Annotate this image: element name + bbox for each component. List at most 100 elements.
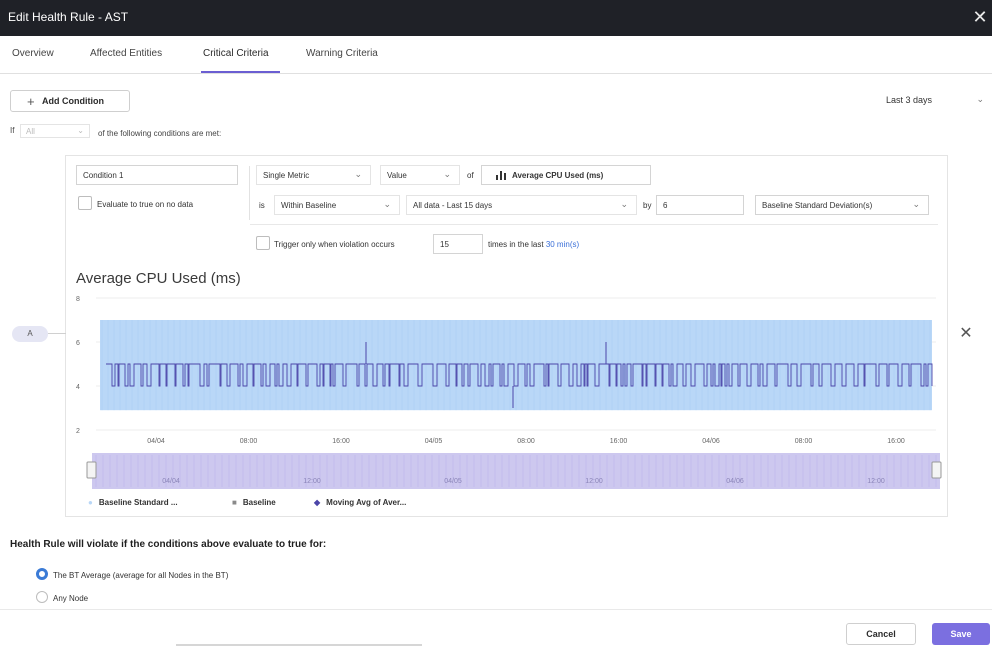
times-window-link[interactable]: 30 min(s): [546, 240, 579, 249]
by-value: 6: [663, 201, 668, 210]
card-divider-horizontal: [250, 224, 938, 225]
is-label: is: [259, 201, 265, 210]
time-range-value: Last 3 days: [886, 95, 933, 105]
y-tick-label: 2: [76, 428, 80, 435]
tab-critical-criteria[interactable]: Critical Criteria: [203, 48, 269, 59]
chevron-down-icon: ⌄: [443, 169, 451, 179]
condition-tag-connector: [48, 333, 66, 334]
tab-overview[interactable]: Overview: [12, 48, 54, 59]
navigator-tick-label: 12:00: [303, 478, 321, 485]
any-node-radio[interactable]: [36, 591, 48, 603]
tab-affected-entities[interactable]: Affected Entities: [90, 48, 162, 59]
operator-select[interactable]: Within Baseline ⌄: [274, 195, 400, 215]
navigator-tick-label: 12:00: [867, 478, 885, 485]
of-label: of: [467, 171, 474, 180]
y-tick-label: 4: [76, 384, 80, 391]
bt-average-label: The BT Average (average for all Nodes in…: [53, 571, 229, 580]
add-condition-button[interactable]: + Add Condition: [10, 90, 130, 112]
bar-chart-icon: [496, 171, 506, 180]
baseline-select[interactable]: All data - Last 15 days ⌄: [406, 195, 637, 215]
trigger-count-value: 15: [440, 240, 449, 249]
by-value-input[interactable]: 6: [656, 195, 744, 215]
tab-warning-criteria[interactable]: Warning Criteria: [306, 48, 378, 59]
x-tick-label: 16:00: [887, 438, 905, 445]
conditions-met-text: of the following conditions are met:: [98, 129, 222, 138]
chevron-down-icon: ⌄: [77, 126, 84, 135]
x-tick-label: 04/04: [147, 438, 165, 445]
value-type-value: Value: [387, 171, 407, 180]
trigger-violation-checkbox[interactable]: [256, 236, 270, 250]
trigger-label: Trigger only when violation occurs: [274, 240, 395, 249]
metric-type-select[interactable]: Single Metric ⌄: [256, 165, 371, 185]
if-label: If: [10, 126, 15, 135]
navigator-tick-label: 12:00: [585, 478, 603, 485]
legend-item-baseline[interactable]: ■ Baseline: [232, 498, 276, 507]
title-bar: Edit Health Rule - AST ✕: [0, 0, 992, 36]
deviation-unit-value: Baseline Standard Deviation(s): [762, 201, 873, 210]
violation-title: Health Rule will violate if the conditio…: [10, 539, 327, 550]
legend-label: Baseline: [242, 498, 276, 507]
navigator-handle-right: [931, 461, 942, 479]
metric-browse-button[interactable]: Average CPU Used (ms): [481, 165, 651, 185]
x-tick-label: 08:00: [240, 438, 258, 445]
match-value: All: [26, 127, 35, 136]
x-tick-label: 16:00: [332, 438, 350, 445]
metric-type-value: Single Metric: [263, 171, 310, 180]
y-tick-label: 8: [76, 296, 80, 303]
value-type-select[interactable]: Value ⌄: [380, 165, 460, 185]
time-range-select[interactable]: Last 3 days ⌄: [880, 92, 990, 110]
operator-value: Within Baseline: [281, 201, 337, 210]
condition-name-value: Condition 1: [83, 171, 124, 180]
navigator-handle-left: [86, 461, 97, 479]
evaluate-no-data-label: Evaluate to true on no data: [97, 200, 194, 209]
close-icon[interactable]: ✕: [970, 6, 990, 28]
plus-icon: +: [27, 94, 35, 109]
times-label: times in the last 30 min(s): [488, 240, 579, 249]
navigator-tick-label: 04/04: [162, 478, 180, 485]
legend-item-moving-avg[interactable]: ◆ Moving Avg of Aver...: [314, 498, 406, 507]
chevron-down-icon: ⌄: [976, 94, 984, 104]
x-tick-label: 04/05: [425, 438, 443, 445]
y-tick-label: 6: [76, 340, 80, 347]
footer-divider: [0, 609, 992, 610]
legend-diamond-icon: ◆: [314, 498, 321, 507]
by-label: by: [643, 201, 652, 210]
card-divider: [249, 166, 250, 220]
navigator-tick-label: 04/05: [444, 478, 462, 485]
cancel-label: Cancel: [866, 629, 896, 639]
times-in-last-text: times in the last: [488, 240, 544, 249]
chart-title: Average CPU Used (ms): [76, 270, 241, 287]
add-condition-label: Add Condition: [42, 96, 104, 106]
legend-dot-icon: ●: [88, 498, 93, 507]
active-tab-indicator: [201, 71, 280, 73]
save-button[interactable]: Save: [932, 623, 990, 645]
any-node-label: Any Node: [53, 594, 89, 603]
legend-square-icon: ■: [232, 498, 237, 507]
baseline-value: All data - Last 15 days: [413, 201, 493, 210]
tab-bar: Overview Affected Entities Critical Crit…: [0, 36, 992, 74]
trigger-count-input[interactable]: 15: [433, 234, 483, 254]
metric-chart: 8 6 4 2 04/04 08:00 16:00 04/05 08:00 16:00 04/06 0…: [76, 296, 942, 489]
x-tick-label: 04/06: [702, 438, 720, 445]
condition-tag: A: [12, 326, 48, 342]
condition-name-input[interactable]: Condition 1: [76, 165, 238, 185]
chevron-down-icon: ⌄: [354, 169, 362, 179]
x-tick-label: 08:00: [795, 438, 813, 445]
remove-condition-icon[interactable]: ✕: [958, 324, 974, 344]
legend-item-baseline-std[interactable]: ● Baseline Standard ...: [88, 498, 178, 507]
legend-label: Moving Avg of Aver...: [326, 498, 407, 507]
x-tick-label: 16:00: [610, 438, 628, 445]
x-tick-label: 08:00: [517, 438, 535, 445]
bt-average-radio[interactable]: [36, 568, 48, 580]
window-title: Edit Health Rule - AST: [8, 10, 129, 24]
navigator-tick-label: 04/06: [726, 478, 744, 485]
metric-name-value: Average CPU Used (ms): [512, 171, 604, 180]
chevron-down-icon: ⌄: [620, 199, 628, 209]
legend-label: Baseline Standard ...: [98, 498, 178, 507]
cancel-button[interactable]: Cancel: [846, 623, 916, 645]
chevron-down-icon: ⌄: [912, 199, 920, 209]
chevron-down-icon: ⌄: [383, 199, 391, 209]
evaluate-no-data-checkbox[interactable]: [78, 196, 92, 210]
deviation-unit-select[interactable]: Baseline Standard Deviation(s) ⌄: [755, 195, 929, 215]
match-select[interactable]: All ⌄: [20, 124, 90, 138]
